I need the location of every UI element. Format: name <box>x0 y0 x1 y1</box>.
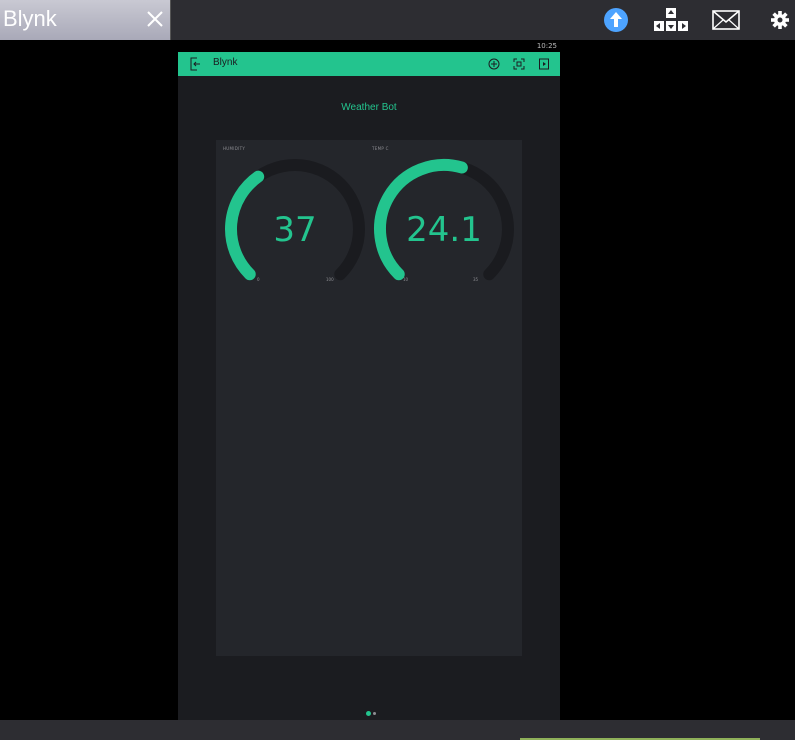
upload-icon[interactable] <box>602 6 630 34</box>
status-bar: 10:25 <box>178 40 560 52</box>
emulator-bottom-bar <box>0 720 795 740</box>
phone-screen: 10:25 Blynk Weather Bot HUMIDITY 37 0 10… <box>178 40 560 720</box>
emulator-toolbar: Blynk <box>0 0 795 40</box>
dpad-icon[interactable] <box>653 6 689 34</box>
close-icon[interactable] <box>145 9 165 29</box>
window-tab[interactable]: Blynk <box>0 0 171 40</box>
app-bar: Blynk <box>178 52 560 76</box>
widget-canvas: HUMIDITY 37 0 100 TEMP C 24.1 10 35 <box>216 140 522 656</box>
qr-icon[interactable] <box>513 58 525 70</box>
play-icon[interactable] <box>538 58 550 70</box>
mail-icon[interactable] <box>711 6 741 34</box>
humidity-gauge[interactable]: HUMIDITY 37 0 100 <box>220 144 370 294</box>
window-tab-title: Blynk <box>3 6 57 31</box>
page-indicator[interactable] <box>366 710 378 716</box>
back-icon[interactable] <box>189 57 201 71</box>
gauge-min: 10 <box>403 277 409 282</box>
gauge-min: 0 <box>257 277 260 282</box>
add-widget-icon[interactable] <box>488 58 500 70</box>
gauge-value: 24.1 <box>406 210 482 250</box>
page-dot[interactable] <box>373 712 376 715</box>
project-title: Weather Bot <box>341 102 397 113</box>
gear-icon[interactable] <box>768 6 792 34</box>
app-title: Blynk <box>213 57 238 68</box>
temperature-gauge[interactable]: TEMP C 24.1 10 35 <box>369 144 519 294</box>
page-dot-active[interactable] <box>366 711 371 716</box>
status-time: 10:25 <box>536 42 557 50</box>
gauge-max: 100 <box>326 277 334 282</box>
gauge-max: 35 <box>473 277 479 282</box>
gauge-value: 37 <box>273 210 317 250</box>
